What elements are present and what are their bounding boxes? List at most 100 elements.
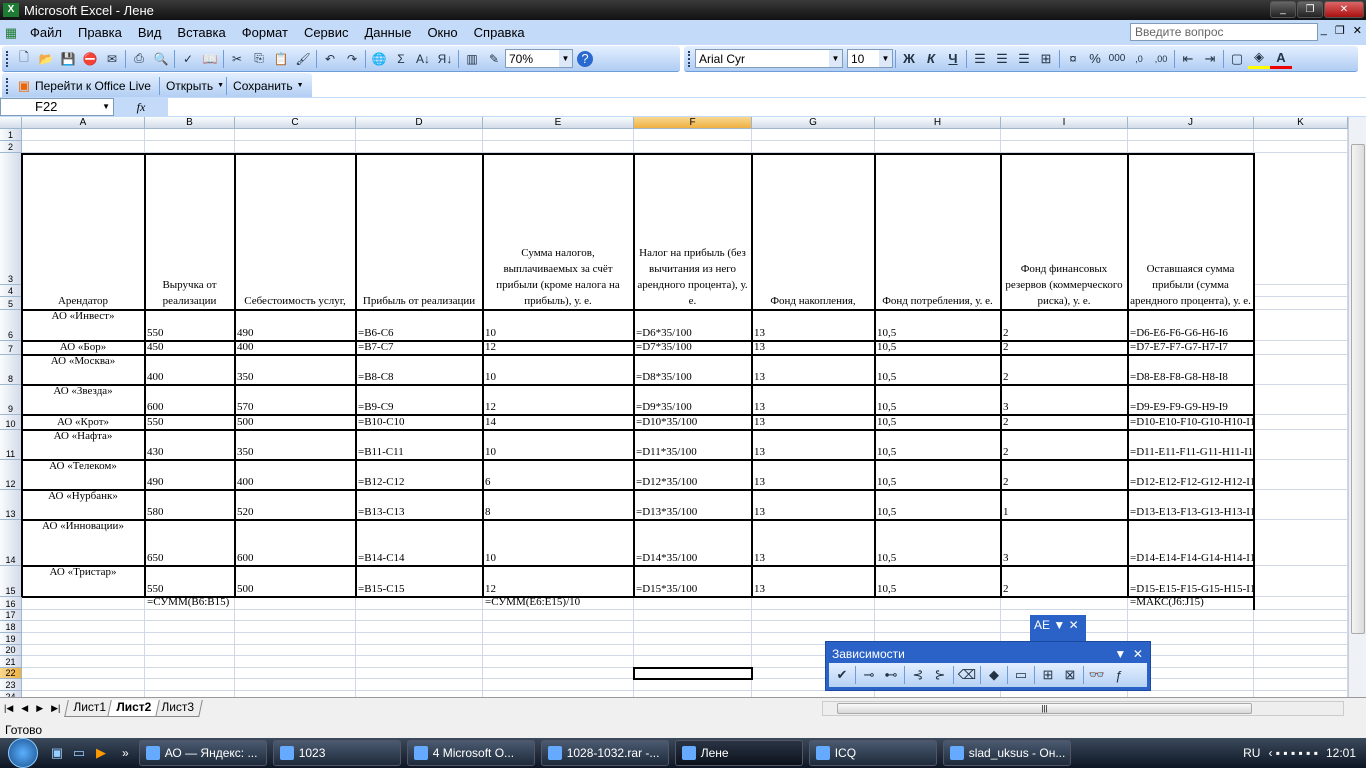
data-cell[interactable]: 2	[1001, 566, 1128, 597]
row-header-17[interactable]: 17	[0, 610, 22, 621]
cell[interactable]	[22, 621, 145, 633]
cell[interactable]	[634, 141, 752, 153]
data-cell[interactable]: 10,5	[875, 385, 1001, 415]
chevron-down-icon[interactable]: ▼	[879, 50, 892, 67]
cell[interactable]	[1254, 490, 1348, 520]
data-cell[interactable]: 550	[145, 310, 235, 341]
cell[interactable]	[634, 679, 752, 691]
row-header-7[interactable]: 7	[0, 341, 22, 355]
font-size-combo[interactable]: 10 ▼	[847, 49, 893, 68]
cell[interactable]	[483, 621, 634, 633]
cell[interactable]	[1128, 621, 1254, 633]
save-menu-button[interactable]: Сохранить	[229, 79, 297, 93]
menu-3[interactable]: Вставка	[169, 25, 233, 40]
comma-style-icon[interactable]: 000	[1106, 49, 1128, 69]
cell[interactable]	[235, 610, 356, 621]
drawing-icon[interactable]: ✎	[483, 49, 505, 69]
autosum-icon[interactable]: Σ	[390, 49, 412, 69]
cell[interactable]	[356, 610, 483, 621]
cell[interactable]	[235, 656, 356, 668]
row-header-11[interactable]: 11	[0, 430, 22, 460]
row-header-20[interactable]: 20	[0, 645, 22, 656]
print-icon[interactable]: ⎙	[128, 49, 150, 69]
data-cell[interactable]: 10,5	[875, 430, 1001, 460]
chart-wizard-icon[interactable]: ▥	[461, 49, 483, 69]
font-color-icon[interactable]: A	[1270, 49, 1292, 69]
data-cell[interactable]: 10,5	[875, 355, 1001, 385]
cell[interactable]	[483, 656, 634, 668]
menu-2[interactable]: Вид	[130, 25, 170, 40]
cell[interactable]	[22, 645, 145, 656]
column-header-I[interactable]: I	[1001, 117, 1128, 129]
data-cell[interactable]: =D7*35/100	[634, 341, 752, 355]
data-cell[interactable]: 14	[483, 415, 634, 430]
header-cell-D[interactable]: Прибыль от реализации	[356, 153, 483, 310]
menu-8[interactable]: Справка	[466, 25, 533, 40]
menu-5[interactable]: Сервис	[296, 25, 357, 40]
cell[interactable]	[875, 141, 1001, 153]
data-cell[interactable]: =D14-E14-F14-G14-H14-I14	[1128, 520, 1254, 566]
taskbar-item[interactable]: 1023	[272, 740, 401, 766]
insert-function-icon[interactable]: fx	[114, 100, 168, 115]
save-icon[interactable]: 💾	[57, 49, 79, 69]
cell[interactable]	[1254, 633, 1348, 645]
row-header-5[interactable]: 5	[0, 297, 22, 310]
data-cell[interactable]: 2	[1001, 430, 1128, 460]
data-cell[interactable]: =D11*35/100	[634, 430, 752, 460]
cell[interactable]	[235, 679, 356, 691]
cell[interactable]	[1128, 129, 1254, 141]
row-header-14[interactable]: 14	[0, 520, 22, 566]
paste-icon[interactable]: 📋	[270, 49, 292, 69]
data-cell[interactable]: =D6-E6-F6-G6-H6-I6	[1128, 310, 1254, 341]
cell[interactable]	[22, 610, 145, 621]
header-cell-H[interactable]: Фонд потребления, у. е.	[875, 153, 1001, 310]
data-cell[interactable]: =B7-C7	[356, 341, 483, 355]
cell[interactable]	[1254, 597, 1348, 610]
cell[interactable]	[483, 679, 634, 691]
cell[interactable]	[752, 597, 875, 610]
cell[interactable]	[1254, 341, 1348, 355]
cell[interactable]	[1254, 141, 1348, 153]
chevron-down-icon[interactable]: ▼	[1053, 618, 1065, 632]
align-left-icon[interactable]: ☰	[969, 49, 991, 69]
data-cell[interactable]: 13	[752, 566, 875, 597]
cell[interactable]	[356, 668, 483, 679]
data-cell[interactable]: 600	[145, 385, 235, 415]
cell[interactable]	[752, 621, 875, 633]
data-cell[interactable]: 490	[235, 310, 356, 341]
cell[interactable]	[483, 633, 634, 645]
cell[interactable]	[1254, 460, 1348, 490]
row-header-13[interactable]: 13	[0, 490, 22, 520]
column-header-C[interactable]: C	[235, 117, 356, 129]
cell[interactable]	[235, 645, 356, 656]
research-icon[interactable]: 📖	[199, 49, 221, 69]
cell[interactable]	[22, 656, 145, 668]
cell[interactable]	[145, 129, 235, 141]
data-cell[interactable]: =D10-E10-F10-G10-H10-I10	[1128, 415, 1254, 430]
data-cell[interactable]: 2	[1001, 341, 1128, 355]
data-cell[interactable]: 13	[752, 415, 875, 430]
cell[interactable]	[875, 610, 1001, 621]
cell[interactable]	[356, 679, 483, 691]
data-cell[interactable]: 10,5	[875, 460, 1001, 490]
cell[interactable]	[634, 645, 752, 656]
row-header-18[interactable]: 18	[0, 621, 22, 633]
data-cell[interactable]: 10	[483, 310, 634, 341]
menu-1[interactable]: Правка	[70, 25, 130, 40]
name-box[interactable]: F22 ▼	[0, 98, 114, 116]
cell[interactable]	[22, 129, 145, 141]
data-cell[interactable]: =D9-E9-F9-G9-H9-I9	[1128, 385, 1254, 415]
sort-desc-icon[interactable]: Я↓	[434, 49, 456, 69]
tab-nav-next-icon[interactable]: ▶	[32, 703, 47, 714]
italic-button[interactable]: К	[920, 49, 942, 69]
cell[interactable]	[145, 633, 235, 645]
cell[interactable]	[235, 141, 356, 153]
data-cell[interactable]: 12	[483, 385, 634, 415]
cell[interactable]	[145, 610, 235, 621]
ask-question-input[interactable]: Введите вопрос	[1130, 23, 1318, 41]
data-cell[interactable]: 400	[235, 341, 356, 355]
help-icon[interactable]: ?	[577, 50, 593, 67]
data-cell[interactable]: 10	[483, 520, 634, 566]
underline-button[interactable]: Ч	[942, 49, 964, 69]
data-cell[interactable]: =D8-E8-F8-G8-H8-I8	[1128, 355, 1254, 385]
